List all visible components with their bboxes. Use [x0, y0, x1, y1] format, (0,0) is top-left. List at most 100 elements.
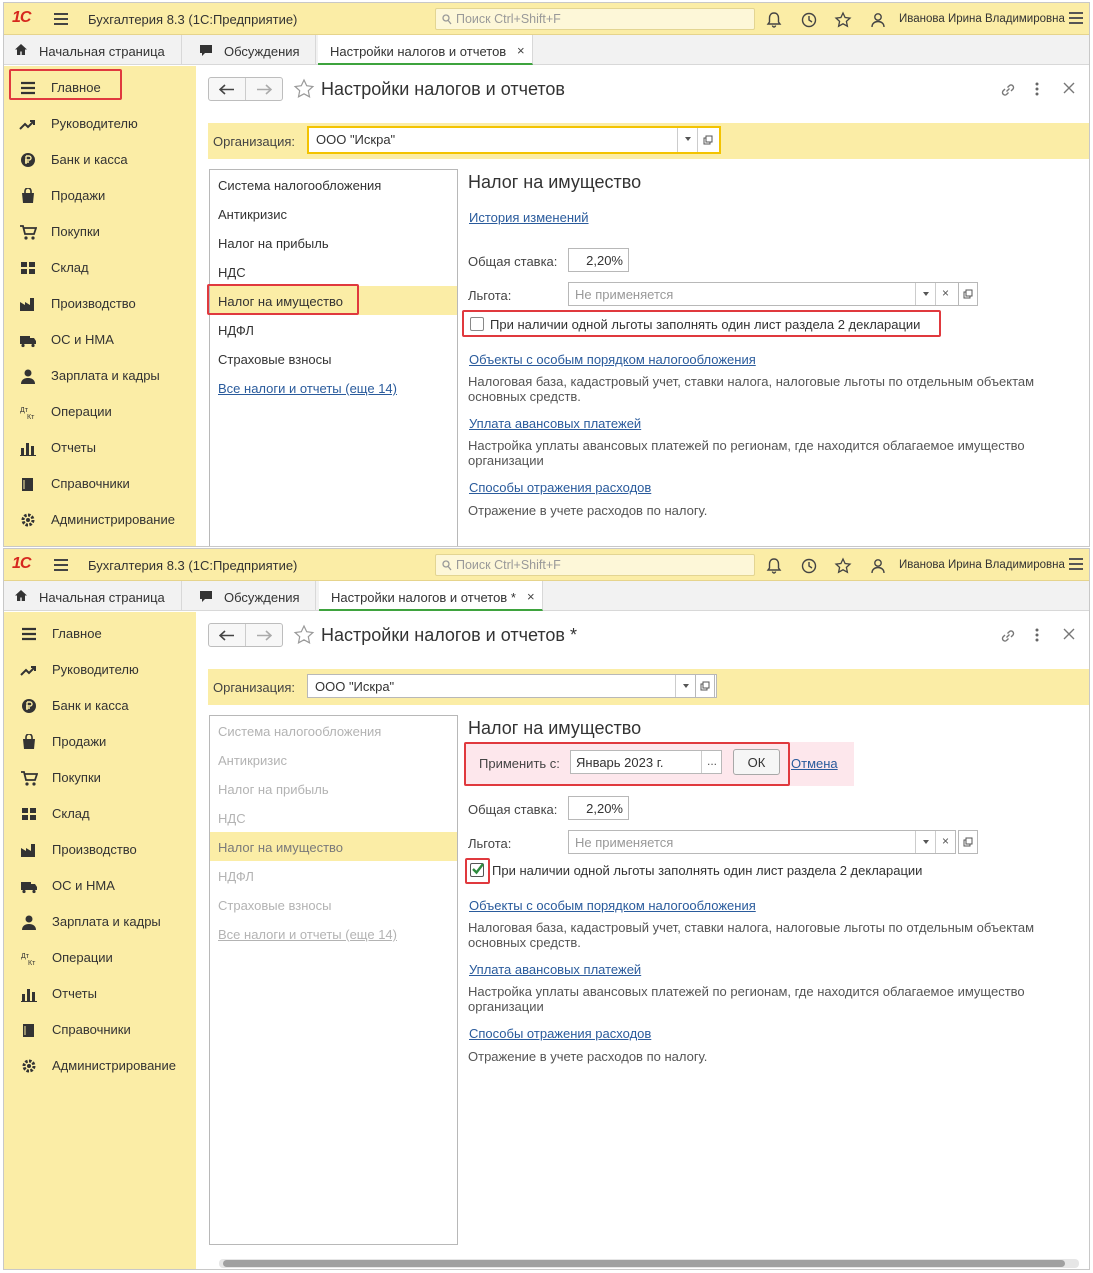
tab-discussions[interactable]: Обсуждения	[182, 581, 316, 611]
advance-payments-link[interactable]: Уплата авансовых платежей	[469, 416, 641, 431]
single-sheet-checkbox-label[interactable]: При наличии одной льготы заполнять один …	[490, 317, 920, 332]
single-sheet-checkbox[interactable]	[470, 317, 484, 331]
sidebar-item-4[interactable]: Продажи	[4, 178, 196, 214]
sidebar-item-11[interactable]: Отчеты	[4, 430, 196, 466]
hamburger-icon[interactable]	[1069, 12, 1083, 27]
user-icon[interactable]	[869, 557, 887, 575]
user-name[interactable]: Иванова Ирина Владимировна	[899, 559, 1065, 571]
forward-arrow-icon[interactable]	[256, 630, 272, 641]
expense-methods-link[interactable]: Способы отражения расходов	[469, 1026, 651, 1041]
history-icon[interactable]	[800, 11, 818, 29]
rate-field[interactable]: 2,20%	[568, 248, 629, 272]
benefit-dropdown-icon[interactable]	[915, 831, 935, 853]
bell-icon[interactable]	[765, 557, 783, 575]
sidebar-item-4[interactable]: Продажи	[4, 724, 196, 760]
main-menu-icon[interactable]	[54, 557, 68, 571]
objects-link[interactable]: Объекты с особым порядком налогообложени…	[469, 898, 756, 913]
user-name[interactable]: Иванова Ирина Владимировна	[899, 13, 1065, 25]
section-item-2[interactable]: Антикризис	[210, 199, 457, 228]
section-item-3[interactable]: Налог на прибыль	[210, 774, 457, 803]
section-item-7[interactable]: Страховые взносы	[210, 890, 457, 919]
cancel-link[interactable]: Отмена	[791, 756, 838, 771]
organization-field[interactable]: ООО "Искра"	[307, 674, 717, 698]
sidebar-item-10[interactable]: Дт Кт Операции	[4, 394, 196, 430]
more-icon[interactable]	[1034, 627, 1040, 643]
apply-from-field[interactable]: Январь 2023 г. ...	[570, 750, 722, 774]
sidebar-item-3[interactable]: Банк и касса	[4, 142, 196, 178]
tab-tax-settings[interactable]: Настройки налогов и отчетов ×	[318, 35, 533, 65]
section-item-7[interactable]: Страховые взносы	[210, 344, 457, 373]
main-menu-icon[interactable]	[54, 11, 68, 25]
user-icon[interactable]	[869, 11, 887, 29]
section-item-1[interactable]: Система налогообложения	[210, 716, 457, 745]
benefit-field[interactable]: Не применяется ×	[568, 830, 956, 854]
back-arrow-icon[interactable]	[219, 630, 235, 641]
sidebar-item-8[interactable]: ОС и НМА	[4, 322, 196, 358]
favorites-star-icon[interactable]	[834, 557, 852, 575]
link-icon[interactable]	[999, 627, 1017, 645]
dropdown-icon[interactable]	[675, 675, 695, 697]
sidebar-item-13[interactable]: Администрирование	[4, 1048, 196, 1084]
benefit-clear-icon[interactable]: ×	[935, 283, 955, 305]
expense-methods-link[interactable]: Способы отражения расходов	[469, 480, 651, 495]
link-icon[interactable]	[999, 81, 1017, 99]
single-sheet-checkbox[interactable]	[470, 863, 484, 877]
advance-payments-link[interactable]: Уплата авансовых платежей	[469, 962, 641, 977]
all-taxes-link[interactable]: Все налоги и отчеты (еще 14)	[210, 919, 457, 948]
sidebar-item-13[interactable]: Администрирование	[4, 502, 196, 538]
sidebar-item-1[interactable]: Главное	[4, 616, 196, 652]
section-item-6[interactable]: НДФЛ	[210, 861, 457, 890]
sidebar-item-10[interactable]: Дт Кт Операции	[4, 940, 196, 976]
section-item-1[interactable]: Система налогообложения	[210, 170, 457, 199]
tab-close-icon[interactable]: ×	[527, 589, 535, 604]
search-input[interactable]: Поиск Ctrl+Shift+F	[435, 8, 755, 30]
benefit-field[interactable]: Не применяется ×	[568, 282, 966, 306]
sidebar-item-3[interactable]: Банк и касса	[4, 688, 196, 724]
sidebar-item-6[interactable]: Склад	[4, 796, 196, 832]
sidebar-item-6[interactable]: Склад	[4, 250, 196, 286]
ok-button[interactable]: ОК	[733, 749, 780, 775]
section-item-4[interactable]: НДС	[210, 803, 457, 832]
sidebar-item-12[interactable]: Справочники	[4, 466, 196, 502]
section-item-4[interactable]: НДС	[210, 257, 457, 286]
benefit-dropdown-icon[interactable]	[915, 283, 935, 305]
organization-field[interactable]: ООО "Искра"	[307, 126, 721, 154]
section-item-3[interactable]: Налог на прибыль	[210, 228, 457, 257]
close-icon[interactable]	[1062, 627, 1076, 641]
tab-tax-settings[interactable]: Настройки налогов и отчетов * ×	[319, 581, 543, 611]
benefit-open-icon[interactable]	[958, 282, 978, 306]
favorite-star-icon[interactable]	[293, 78, 315, 100]
sidebar-item-9[interactable]: Зарплата и кадры	[4, 358, 196, 394]
objects-link[interactable]: Объекты с особым порядком налогообложени…	[469, 352, 756, 367]
benefit-clear-icon[interactable]: ×	[935, 831, 955, 853]
section-item-5[interactable]: Налог на имущество	[210, 832, 457, 861]
all-taxes-link[interactable]: Все налоги и отчеты (еще 14)	[210, 373, 457, 402]
close-icon[interactable]	[1062, 81, 1076, 95]
sidebar-item-9[interactable]: Зарплата и кадры	[4, 904, 196, 940]
open-icon[interactable]	[695, 674, 715, 698]
tab-close-icon[interactable]: ×	[517, 43, 525, 58]
rate-field[interactable]: 2,20%	[568, 796, 629, 820]
more-icon[interactable]	[1034, 81, 1040, 97]
apply-from-select-button[interactable]: ...	[701, 751, 722, 773]
sidebar-item-7[interactable]: Производство	[4, 832, 196, 868]
sidebar-item-5[interactable]: Покупки	[4, 214, 196, 250]
section-item-6[interactable]: НДФЛ	[210, 315, 457, 344]
back-arrow-icon[interactable]	[219, 84, 235, 95]
sidebar-item-5[interactable]: Покупки	[4, 760, 196, 796]
history-link[interactable]: История изменений	[469, 210, 589, 225]
sidebar-item-2[interactable]: Руководителю	[4, 652, 196, 688]
hamburger-icon[interactable]	[1069, 558, 1083, 573]
tab-home[interactable]: Начальная страница	[4, 35, 182, 65]
tab-home[interactable]: Начальная страница	[4, 581, 182, 611]
dropdown-icon[interactable]	[677, 128, 697, 152]
section-item-2[interactable]: Антикризис	[210, 745, 457, 774]
favorites-star-icon[interactable]	[834, 11, 852, 29]
single-sheet-checkbox-label[interactable]: При наличии одной льготы заполнять один …	[492, 863, 922, 878]
open-icon[interactable]	[697, 128, 719, 152]
search-input[interactable]: Поиск Ctrl+Shift+F	[435, 554, 755, 576]
horizontal-scrollbar[interactable]	[219, 1259, 1079, 1268]
tab-discussions[interactable]: Обсуждения	[182, 35, 316, 65]
bell-icon[interactable]	[765, 11, 783, 29]
sidebar-item-8[interactable]: ОС и НМА	[4, 868, 196, 904]
